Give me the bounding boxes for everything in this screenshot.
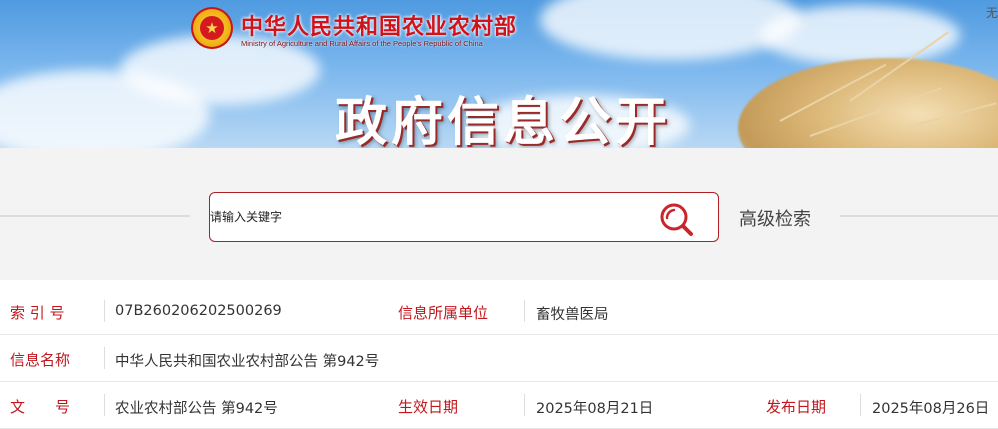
column-separator <box>104 394 105 416</box>
unit-value: 畜牧兽医局 <box>536 307 609 323</box>
advanced-search-link[interactable]: 高级检索 <box>739 205 811 231</box>
search-input[interactable] <box>210 193 650 241</box>
publish-date-label: 发布日期 <box>766 398 827 416</box>
search-box <box>209 192 719 242</box>
search-icon[interactable] <box>658 200 698 240</box>
right-divider-line <box>840 215 998 217</box>
name-label: 信息名称 <box>10 351 71 369</box>
column-separator <box>524 394 525 416</box>
unit-label: 信息所属单位 <box>398 304 489 322</box>
doc-no-value: 农业农村部公告 第942号 <box>115 401 278 417</box>
column-separator <box>524 300 525 322</box>
ministry-name-en: Ministry of Agriculture and Rural Affair… <box>241 39 483 48</box>
table-row: 索 引 号 07B260206202500269 信息所属单位 畜牧兽医局 <box>0 288 998 334</box>
effective-date-value: 2025年08月21日 <box>536 401 654 417</box>
ministry-name-cn[interactable]: 中华人民共和国农业农村部 <box>241 9 517 41</box>
left-divider-line <box>0 215 190 217</box>
name-value: 中华人民共和国农业农村部公告 第942号 <box>115 354 380 370</box>
wheat-decoration <box>738 58 998 148</box>
publish-date-value: 2025年08月26日 <box>872 401 990 417</box>
section-title: 政府信息公开 <box>335 93 672 148</box>
cloud-decoration <box>760 5 960 65</box>
effective-date-label: 生效日期 <box>398 398 459 416</box>
table-row: 文 号 农业农村部公告 第942号 生效日期 2025年08月21日 发布日期 … <box>0 382 998 428</box>
national-emblem-icon: ★ <box>191 7 233 49</box>
table-row: 信息名称 中华人民共和国农业农村部公告 第942号 <box>0 335 998 381</box>
index-no-label: 索 引 号 <box>10 304 65 322</box>
emblem-star-icon: ★ <box>200 16 224 40</box>
doc-no-label: 文 号 <box>10 398 71 416</box>
index-no-value: 07B260206202500269 <box>115 303 282 319</box>
column-separator <box>104 300 105 322</box>
column-separator <box>860 394 861 416</box>
corner-text[interactable]: 无 <box>986 4 998 21</box>
header-banner: ★ 中华人民共和国农业农村部 Ministry of Agriculture a… <box>0 0 998 148</box>
column-separator <box>104 347 105 369</box>
